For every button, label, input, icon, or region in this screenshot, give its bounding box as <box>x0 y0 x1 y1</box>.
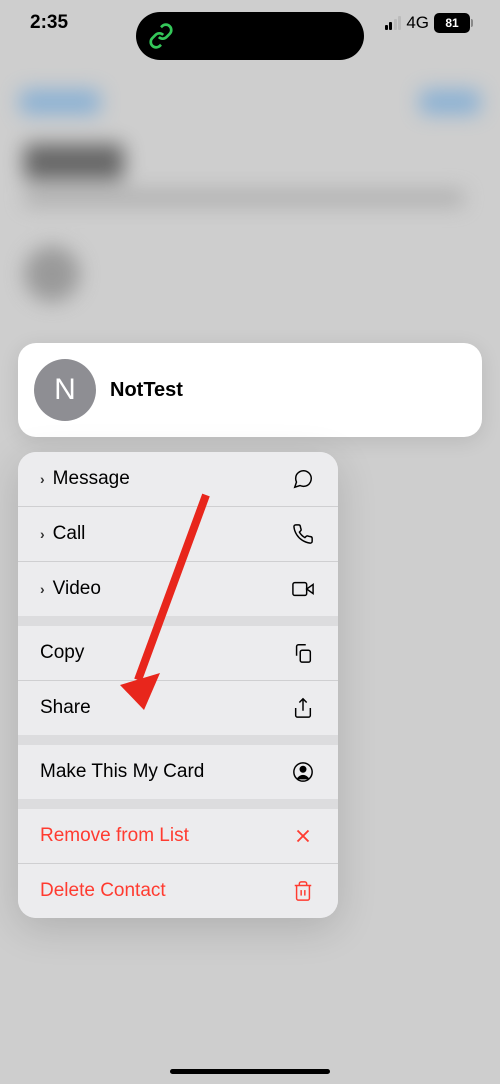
menu-item-delete-contact[interactable]: Delete Contact <box>18 863 338 918</box>
contact-card[interactable]: N NotTest <box>18 343 482 437</box>
video-icon <box>290 576 316 602</box>
menu-separator <box>18 799 338 809</box>
battery-icon: 81 <box>434 13 470 33</box>
trash-icon <box>290 878 316 904</box>
menu-item-video[interactable]: › Video <box>18 561 338 616</box>
chevron-right-icon: › <box>40 471 45 487</box>
signal-icon <box>385 16 402 30</box>
menu-item-message[interactable]: › Message <box>18 452 338 506</box>
close-icon <box>290 823 316 849</box>
link-icon <box>148 23 174 49</box>
menu-item-remove-from-list[interactable]: Remove from List <box>18 809 338 863</box>
chevron-right-icon: › <box>40 526 45 542</box>
avatar: N <box>34 359 96 421</box>
context-menu: › Message › Call › Video <box>18 452 338 918</box>
status-time: 2:35 <box>30 12 68 34</box>
menu-item-make-my-card[interactable]: Make This My Card <box>18 745 338 799</box>
menu-item-share[interactable]: Share <box>18 680 338 735</box>
chevron-right-icon: › <box>40 581 45 597</box>
menu-item-call[interactable]: › Call <box>18 506 338 561</box>
home-indicator[interactable] <box>170 1069 330 1075</box>
contact-name: NotTest <box>110 379 183 402</box>
phone-icon <box>290 521 316 547</box>
menu-item-copy[interactable]: Copy <box>18 626 338 680</box>
copy-icon <box>290 640 316 666</box>
avatar-initial: N <box>54 373 76 407</box>
share-icon <box>290 695 316 721</box>
person-circle-icon <box>290 759 316 785</box>
status-bar: 2:35 4G 81 <box>0 0 500 42</box>
menu-separator <box>18 735 338 745</box>
message-icon <box>290 466 316 492</box>
menu-separator <box>18 616 338 626</box>
network-label: 4G <box>406 13 429 33</box>
dynamic-island[interactable] <box>136 12 364 60</box>
